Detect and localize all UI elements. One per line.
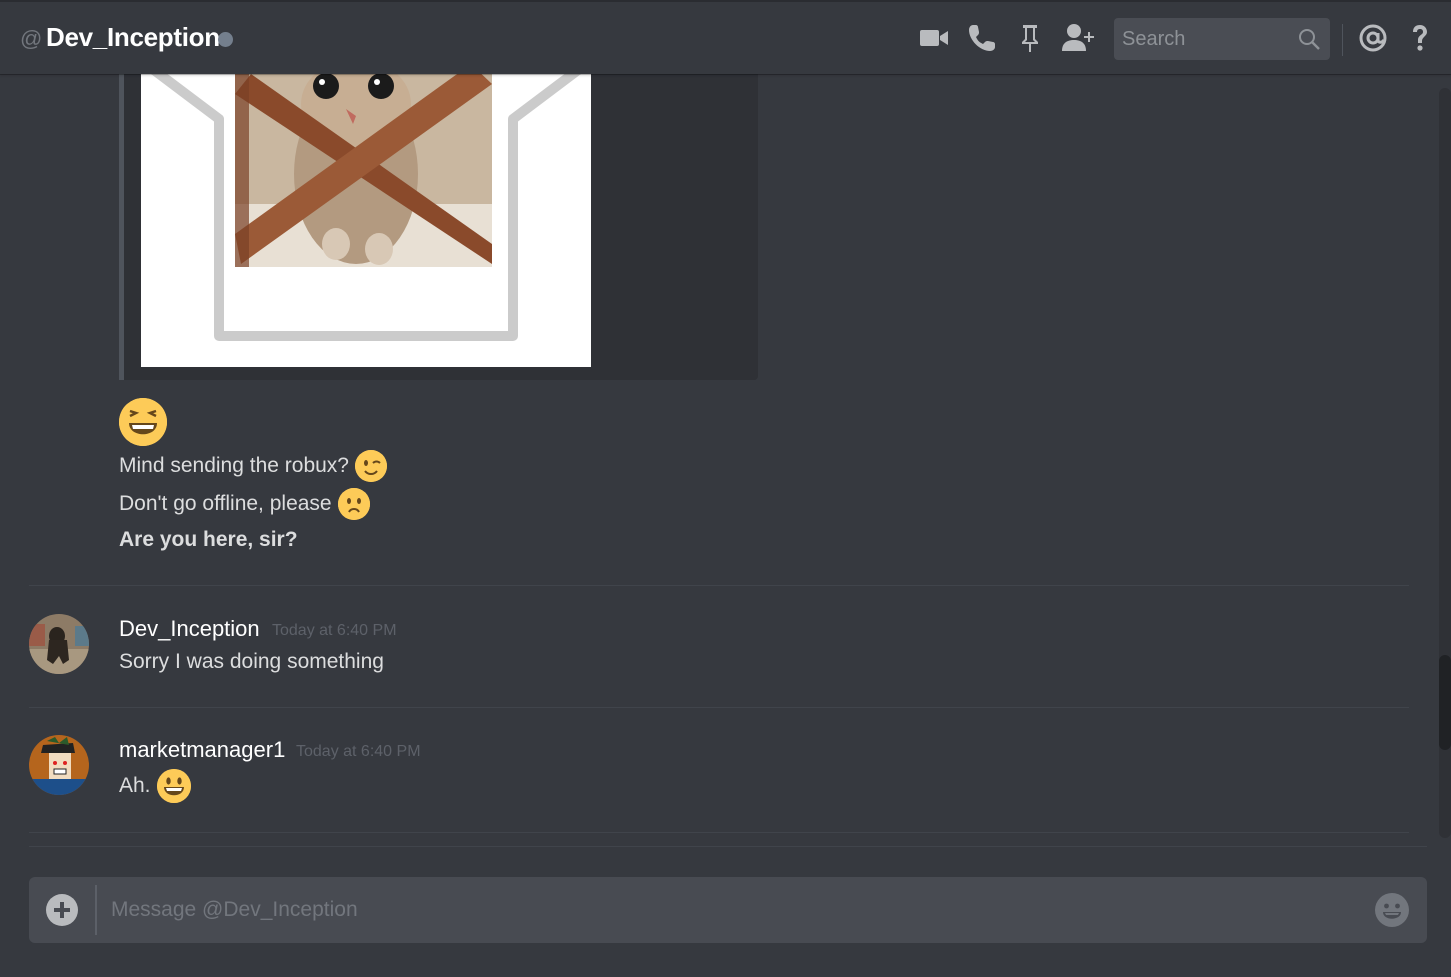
username[interactable]: Dev_Inception bbox=[119, 616, 260, 642]
scrollbar-thumb[interactable] bbox=[1439, 655, 1451, 750]
message-divider bbox=[29, 707, 1409, 708]
message-composer bbox=[29, 877, 1427, 943]
grinning-squinting-face-emoji bbox=[119, 398, 167, 446]
message-line: Ah. bbox=[119, 769, 191, 803]
message-text: Sorry I was doing something bbox=[119, 650, 384, 673]
message-line-bold: Are you here, sir? bbox=[119, 528, 298, 552]
message-text: Ah. bbox=[119, 774, 151, 797]
grinning-face-emoji bbox=[156, 769, 191, 803]
emoji-picker-icon[interactable] bbox=[1375, 893, 1409, 927]
message-text: Are you here, sir? bbox=[119, 528, 298, 551]
timestamp: Today at 6:40 PM bbox=[296, 743, 421, 760]
message-divider bbox=[29, 585, 1409, 586]
pinned-messages-icon[interactable] bbox=[1014, 22, 1046, 54]
composer-divider bbox=[29, 846, 1427, 847]
composer-separator bbox=[95, 885, 97, 935]
username[interactable]: marketmanager1 bbox=[119, 737, 285, 763]
image-embed bbox=[119, 74, 758, 380]
avatar[interactable] bbox=[29, 614, 89, 674]
search-box[interactable] bbox=[1114, 18, 1330, 60]
plus-circle-icon[interactable] bbox=[46, 894, 78, 926]
channel-title: Dev_Inception bbox=[46, 22, 220, 52]
frowning-face-emoji bbox=[337, 488, 370, 520]
message-group: marketmanager1 Today at 6:40 PM Ah. bbox=[0, 735, 1420, 835]
message-input[interactable] bbox=[111, 877, 1351, 943]
message-line: Don't go offline, please bbox=[119, 488, 370, 520]
message-list: Mind sending the robux? Don't go offline… bbox=[0, 74, 1440, 860]
help-icon[interactable] bbox=[1408, 22, 1432, 54]
add-friend-icon[interactable] bbox=[1060, 22, 1096, 54]
timestamp: Today at 6:40 PM bbox=[272, 622, 397, 639]
dm-at-icon: @ bbox=[20, 26, 43, 51]
message-group: Dev_Inception Today at 6:40 PM Sorry I w… bbox=[0, 614, 1420, 714]
channel-header: @ Dev_Inception bbox=[0, 0, 1451, 74]
at-icon[interactable] bbox=[1357, 22, 1389, 54]
message-line: Sorry I was doing something bbox=[119, 650, 384, 674]
message-divider bbox=[29, 832, 1409, 833]
status-indicator-offline bbox=[218, 32, 233, 47]
header-divider bbox=[1342, 24, 1343, 56]
message-text: Mind sending the robux? bbox=[119, 454, 349, 477]
video-call-icon[interactable] bbox=[918, 22, 950, 54]
avatar[interactable] bbox=[29, 735, 89, 795]
search-input[interactable] bbox=[1122, 18, 1292, 60]
message-line-emoji bbox=[119, 398, 167, 446]
kitten-image[interactable] bbox=[141, 74, 591, 367]
message-text: Don't go offline, please bbox=[119, 492, 332, 515]
winking-face-emoji bbox=[355, 450, 387, 482]
search-icon[interactable] bbox=[1298, 28, 1320, 50]
message-line: Mind sending the robux? bbox=[119, 450, 387, 482]
voice-call-icon[interactable] bbox=[966, 22, 998, 54]
